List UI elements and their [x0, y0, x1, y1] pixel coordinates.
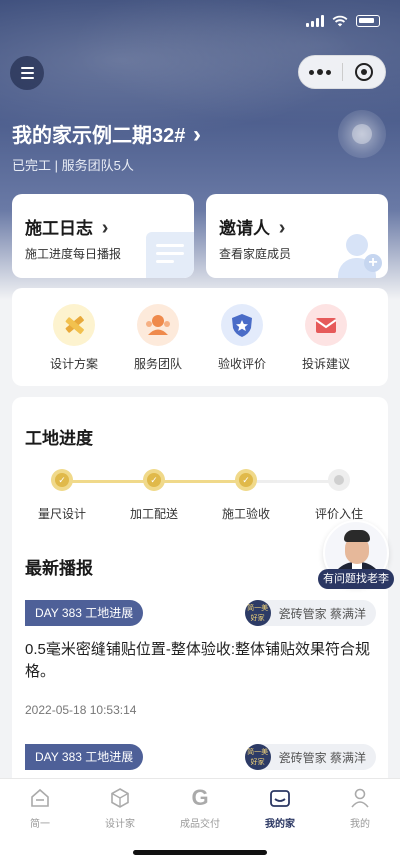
check-icon: ✓ [51, 469, 73, 491]
news-tag: DAY 383 工地进展 [25, 744, 144, 770]
quick-action-label: 投诉建议 [301, 357, 350, 371]
progress-step: ✓ 量尺设计 [22, 469, 102, 522]
home-icon [29, 787, 51, 809]
chevron-right-icon: › [101, 217, 109, 239]
g-logo-icon: G [191, 785, 209, 810]
quick-action-label: 服务团队 [133, 357, 182, 371]
construction-log-desc: 施工进度每日播报 [25, 247, 122, 261]
quick-actions-card: 设计方案 服务团队 验收评价 投诉建议 [12, 288, 388, 386]
tab-label: 设计家 [105, 819, 135, 830]
author-name: 瓷砖管家 蔡满洋 [278, 606, 366, 621]
author-avatar: 简一美好家 [244, 744, 271, 770]
cube-icon [109, 787, 131, 809]
construction-log-title: 施工日志 › [25, 217, 109, 239]
tab-label: 简一 [30, 819, 50, 830]
news-author[interactable]: 简一美好家 瓷砖管家 蔡满洋 [244, 744, 376, 770]
tab-delivery[interactable]: G 成品交付 [160, 785, 240, 831]
envelope-icon [305, 304, 347, 346]
more-options-icon[interactable] [299, 69, 342, 75]
floating-action-button[interactable] [338, 110, 386, 158]
user-icon [349, 787, 371, 809]
quick-action-complaint[interactable]: 投诉建议 [286, 304, 366, 372]
project-title[interactable]: 我的家示例二期32# › [12, 119, 201, 149]
wifi-icon [332, 15, 348, 27]
progress-step-label: 施工验收 [221, 507, 270, 521]
progress-step: 评价入住 [299, 469, 379, 522]
cellular-signal-icon [306, 15, 324, 27]
advisor-label: 有问题找老李 [318, 569, 394, 589]
invite-card[interactable]: 邀请人 › 查看家庭成员 + [206, 194, 388, 278]
quick-action-label: 验收评价 [217, 357, 266, 371]
author-avatar: 简一美好家 [244, 600, 271, 626]
add-person-icon: + [336, 230, 382, 278]
tab-me[interactable]: 我的 [320, 787, 400, 830]
tab-my-home[interactable]: 我的家 [240, 787, 320, 830]
invite-desc: 查看家庭成员 [219, 247, 292, 261]
news-time: 2022-05-18 10:53:14 [25, 703, 137, 717]
tab-designer[interactable]: 设计家 [80, 787, 160, 830]
shield-star-icon [221, 304, 263, 346]
news-author[interactable]: 简一美好家 瓷砖管家 蔡满洋 [244, 600, 376, 626]
advisor-floating-button[interactable]: 有问题找老李 [318, 520, 394, 589]
menu-button[interactable] [10, 56, 44, 90]
team-icon [137, 304, 179, 346]
project-title-text: 我的家示例二期32# [12, 125, 186, 147]
battery-icon [356, 15, 380, 27]
check-icon: ✓ [235, 469, 257, 491]
status-bar [0, 0, 400, 44]
progress-step: ✓ 加工配送 [114, 469, 194, 522]
miniprogram-capsule [298, 55, 386, 89]
construction-log-card[interactable]: 施工日志 › 施工进度每日播报 [12, 194, 194, 278]
document-icon [146, 232, 194, 278]
tab-label: 成品交付 [180, 819, 220, 830]
project-subtitle: 已完工 | 服务团队5人 [12, 158, 134, 173]
my-home-icon [269, 787, 291, 809]
home-indicator [133, 850, 267, 855]
quick-action-acceptance[interactable]: 验收评价 [202, 304, 282, 372]
news-title: 最新播报 [25, 559, 93, 578]
author-name: 瓷砖管家 蔡满洋 [278, 750, 366, 765]
invite-title: 邀请人 › [219, 217, 286, 239]
tab-label: 我的家 [265, 819, 295, 830]
quick-action-label: 设计方案 [49, 357, 98, 371]
ruler-pencil-icon [53, 304, 95, 346]
tab-label: 我的 [350, 819, 370, 830]
quick-action-design[interactable]: 设计方案 [34, 304, 114, 372]
chevron-right-icon: › [278, 217, 286, 239]
news-text[interactable]: 0.5毫米密缝铺贴位置-整体验收:整体铺贴效果符合规格。 [25, 639, 375, 683]
progress-card: 工地进度 ✓ 量尺设计 ✓ 加工配送 ✓ 施工验收 评价入住 最新播报 DAY … [12, 397, 388, 797]
tab-jianyi[interactable]: 简一 [0, 787, 80, 830]
close-miniprogram-icon[interactable] [343, 63, 386, 81]
progress-step-label: 量尺设计 [37, 507, 86, 521]
quick-action-team[interactable]: 服务团队 [118, 304, 198, 372]
progress-title: 工地进度 [25, 429, 93, 448]
progress-step: ✓ 施工验收 [206, 469, 286, 522]
news-tag: DAY 383 工地进展 [25, 600, 144, 626]
chevron-right-icon: › [192, 121, 201, 148]
check-icon: ✓ [143, 469, 165, 491]
progress-step-label: 加工配送 [129, 507, 178, 521]
pending-dot-icon [328, 469, 350, 491]
